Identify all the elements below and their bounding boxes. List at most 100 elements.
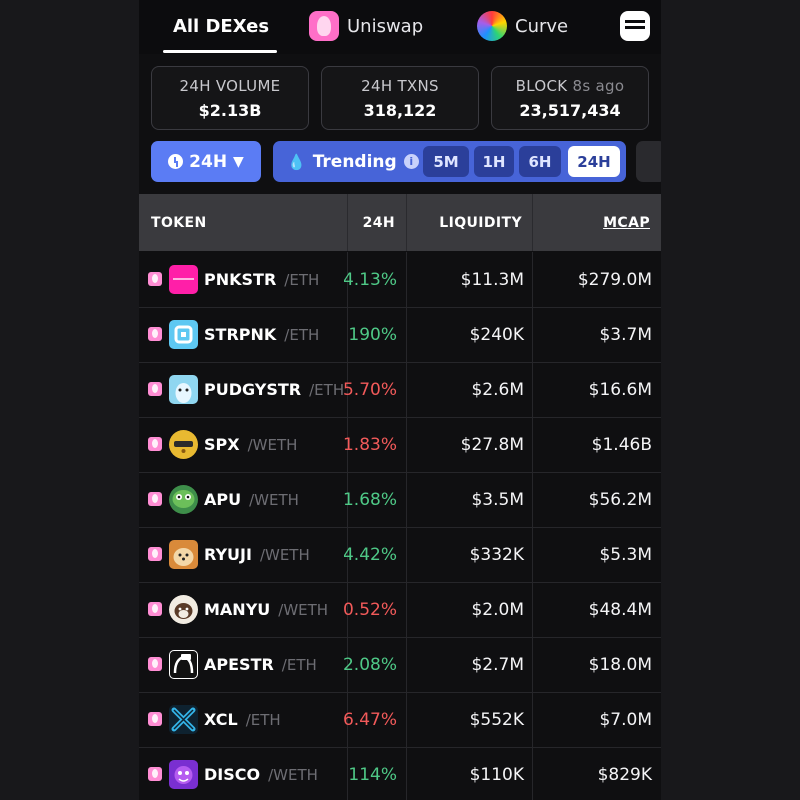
token-symbol: PUDGYSTR /ETH xyxy=(204,362,344,417)
mcap-value: $48.4M xyxy=(588,599,652,620)
table-row[interactable]: DISCO /WETH 114% $110K $829K xyxy=(139,747,661,800)
uniswap-icon xyxy=(148,327,162,341)
token-symbol: MANYU /WETH xyxy=(204,582,328,637)
change-24h: 0.52% xyxy=(344,599,397,620)
block-age: 8s ago xyxy=(572,77,625,95)
token-name: MANYU xyxy=(204,600,271,619)
token-name: PUDGYSTR xyxy=(204,380,302,399)
liquidity-value: $3.5M xyxy=(471,489,524,510)
token-pair: /WETH xyxy=(268,765,318,784)
block-value: 23,517,434 xyxy=(519,101,621,120)
volume-value: $2.13B xyxy=(198,101,262,120)
mcap-value: $1.46B xyxy=(591,434,652,455)
liquidity-value: $240K xyxy=(469,324,524,345)
txns-value: 318,122 xyxy=(363,101,437,120)
uniswap-icon xyxy=(148,547,162,561)
timeframe-label: 24H xyxy=(189,151,228,172)
table-row[interactable]: PUDGYSTR /ETH 5.70% $2.6M $16.6M xyxy=(139,362,661,418)
strpnk-icon xyxy=(169,320,198,349)
uniswap-icon xyxy=(148,602,162,616)
token-name: STRPNK xyxy=(204,325,277,344)
trending-label: Trending xyxy=(312,151,397,172)
disco-icon xyxy=(169,760,198,789)
header-token[interactable]: TOKEN xyxy=(151,194,207,251)
mcap-value: $829K xyxy=(597,764,652,785)
change-24h: 6.47% xyxy=(344,709,397,730)
token-name: SPX xyxy=(204,435,240,454)
token-pair: /WETH xyxy=(247,435,298,454)
table-row[interactable]: XCL /ETH 6.47% $552K $7.0M xyxy=(139,692,661,748)
table-row[interactable]: SPX /WETH 1.83% $27.8M $1.46B xyxy=(139,417,661,473)
stack-icon xyxy=(620,11,650,41)
volume-label: 24H VOLUME xyxy=(179,77,281,95)
timeframe-option-6h[interactable]: 6H xyxy=(519,146,561,177)
apu-icon xyxy=(169,485,198,514)
apestr-icon xyxy=(169,650,198,679)
timeframe-option-1h[interactable]: 1H xyxy=(474,146,514,177)
timeframe-option-5m[interactable]: 5M xyxy=(423,146,469,177)
dex-tabs: All DEXes Uniswap Curve I xyxy=(139,0,661,54)
header-liquidity[interactable]: LIQUIDITY xyxy=(407,194,522,251)
timeframe-option-24h[interactable]: 24H xyxy=(568,146,620,177)
change-24h: 4.42% xyxy=(344,544,397,565)
uniswap-icon xyxy=(148,272,162,286)
token-symbol: APU /WETH xyxy=(204,472,299,527)
token-pair: /ETH xyxy=(309,380,345,399)
uniswap-icon xyxy=(148,657,162,671)
info-icon[interactable]: i xyxy=(403,154,419,169)
table-row[interactable]: PNKSTR /ETH 4.13% $11.3M $279.0M xyxy=(139,252,661,308)
token-symbol: PNKSTR /ETH xyxy=(204,252,319,307)
token-symbol: RYUJI /WETH xyxy=(204,527,310,582)
token-symbol: STRPNK /ETH xyxy=(204,307,319,362)
liquidity-value: $2.6M xyxy=(471,379,524,400)
mcap-value: $16.6M xyxy=(588,379,652,400)
table-row[interactable]: APU /WETH 1.68% $3.5M $56.2M xyxy=(139,472,661,528)
table-row[interactable]: STRPNK /ETH 190% $240K $3.7M xyxy=(139,307,661,363)
change-24h: 4.13% xyxy=(344,269,397,290)
mcap-value: $5.3M xyxy=(599,544,652,565)
mcap-value: $3.7M xyxy=(599,324,652,345)
change-24h: 2.08% xyxy=(344,654,397,675)
block-label: BLOCK xyxy=(515,77,568,95)
tab-all-dexes-label: All DEXes xyxy=(172,15,270,37)
table-row[interactable]: MANYU /WETH 0.52% $2.0M $48.4M xyxy=(139,582,661,638)
tab-curve[interactable]: Curve xyxy=(477,0,568,52)
volume-stat-card: 24H VOLUME $2.13B xyxy=(151,66,309,130)
curve-icon xyxy=(477,11,507,41)
tab-more-dex[interactable]: I xyxy=(620,0,661,52)
table-row[interactable]: RYUJI /WETH 4.42% $332K $5.3M xyxy=(139,527,661,583)
table-row[interactable]: APESTR /ETH 2.08% $2.7M $18.0M xyxy=(139,637,661,693)
txns-label: 24H TXNS xyxy=(361,77,439,95)
liquidity-value: $11.3M xyxy=(460,269,524,290)
token-symbol: APESTR /ETH xyxy=(204,637,317,692)
liquidity-value: $27.8M xyxy=(460,434,524,455)
timeframe-dropdown[interactable]: 24H ▼ xyxy=(151,141,261,182)
more-filters-button[interactable] xyxy=(636,141,661,182)
tab-uniswap[interactable]: Uniswap xyxy=(309,0,423,52)
mcap-value: $18.0M xyxy=(588,654,652,675)
tab-curve-label: Curve xyxy=(515,15,569,37)
token-symbol: XCL /ETH xyxy=(204,692,281,747)
token-pair: /WETH xyxy=(249,490,299,509)
liquidity-value: $332K xyxy=(469,544,524,565)
tab-all-dexes[interactable]: All DEXes xyxy=(164,0,278,52)
token-name: APESTR xyxy=(204,655,274,674)
active-tab-underline xyxy=(163,50,277,53)
token-pair: /ETH xyxy=(284,270,320,289)
token-pair: /WETH xyxy=(278,600,329,619)
header-24h[interactable]: 24H xyxy=(348,194,395,251)
uniswap-icon xyxy=(148,492,162,506)
trending-filter: 💧 Trending i 5M 1H 6H 24H xyxy=(273,141,626,182)
txns-stat-card: 24H TXNS 318,122 xyxy=(321,66,479,130)
liquidity-value: $110K xyxy=(469,764,524,785)
mcap-value: $56.2M xyxy=(588,489,652,510)
change-24h: 114% xyxy=(348,764,397,785)
manyu-icon xyxy=(169,595,198,624)
token-name: APU xyxy=(204,490,242,509)
token-pair: /ETH xyxy=(245,710,281,729)
uniswap-icon xyxy=(148,382,162,396)
uniswap-icon xyxy=(309,11,339,41)
header-mcap[interactable]: MCAP xyxy=(533,194,650,251)
table-header: TOKEN 24H LIQUIDITY MCAP xyxy=(139,194,661,251)
trending-button[interactable]: 💧 Trending i xyxy=(287,141,419,182)
